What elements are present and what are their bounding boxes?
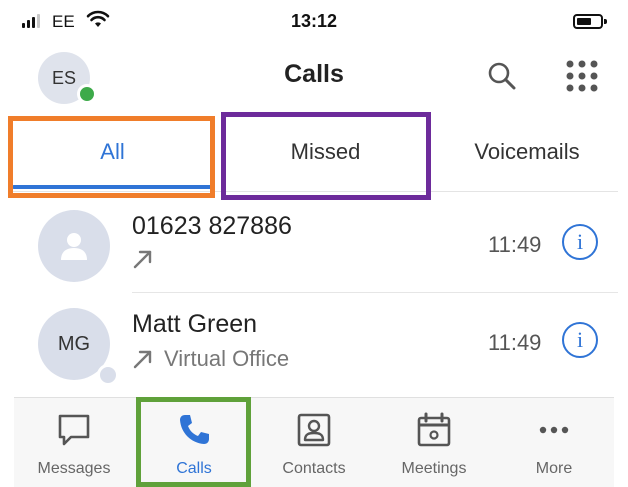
header: ES Calls bbox=[0, 44, 628, 106]
call-subtitle bbox=[132, 248, 164, 270]
call-subtitle-text: Virtual Office bbox=[164, 346, 290, 371]
highlight-box-all bbox=[8, 116, 215, 198]
highlight-box-missed bbox=[221, 112, 431, 200]
person-icon bbox=[61, 233, 87, 260]
presence-status-icon bbox=[97, 364, 119, 386]
call-list-item[interactable]: MG Matt Green Virtual Office 11:49 i bbox=[0, 296, 628, 391]
highlight-box-calls bbox=[136, 397, 251, 487]
contacts-icon bbox=[297, 413, 331, 447]
contact-avatar bbox=[38, 210, 110, 282]
call-time: 11:49 bbox=[488, 330, 542, 355]
nav-meetings[interactable]: Meetings bbox=[374, 398, 494, 487]
call-subtitle: Virtual Office bbox=[132, 346, 289, 372]
bottom-nav: Messages Calls Contacts Meetings More bbox=[14, 397, 614, 487]
more-icon bbox=[539, 426, 569, 434]
status-bar: EE 13:12 bbox=[0, 0, 628, 44]
nav-label: Contacts bbox=[282, 460, 346, 477]
nav-label: More bbox=[535, 460, 573, 477]
call-time: 11:49 bbox=[488, 232, 542, 257]
nav-label: Meetings bbox=[401, 460, 467, 477]
call-name: Matt Green bbox=[132, 310, 258, 338]
search-icon[interactable] bbox=[484, 58, 520, 94]
nav-label: Messages bbox=[37, 460, 111, 477]
call-name: 01623 827886 bbox=[132, 212, 292, 240]
page-title: Calls bbox=[284, 60, 344, 88]
status-time: 13:12 bbox=[290, 11, 338, 31]
tab-voicemails[interactable]: Voicemails bbox=[436, 112, 618, 192]
outgoing-call-arrow-icon bbox=[133, 350, 152, 369]
outgoing-call-arrow-icon bbox=[133, 250, 152, 269]
message-icon bbox=[58, 414, 90, 446]
battery-icon bbox=[573, 14, 607, 29]
dialpad-icon[interactable] bbox=[562, 56, 602, 96]
nav-more[interactable]: More bbox=[494, 398, 614, 487]
call-list-item[interactable]: 01623 827886 11:49 i bbox=[0, 198, 628, 293]
info-icon[interactable]: i bbox=[562, 322, 598, 358]
info-icon[interactable]: i bbox=[562, 224, 598, 260]
calls-screen: EE 13:12 ES Calls All Missed Voicemails … bbox=[0, 0, 628, 487]
nav-messages[interactable]: Messages bbox=[14, 398, 134, 487]
row-divider bbox=[132, 292, 618, 293]
nav-contacts[interactable]: Contacts bbox=[254, 398, 374, 487]
calendar-icon bbox=[417, 412, 451, 447]
